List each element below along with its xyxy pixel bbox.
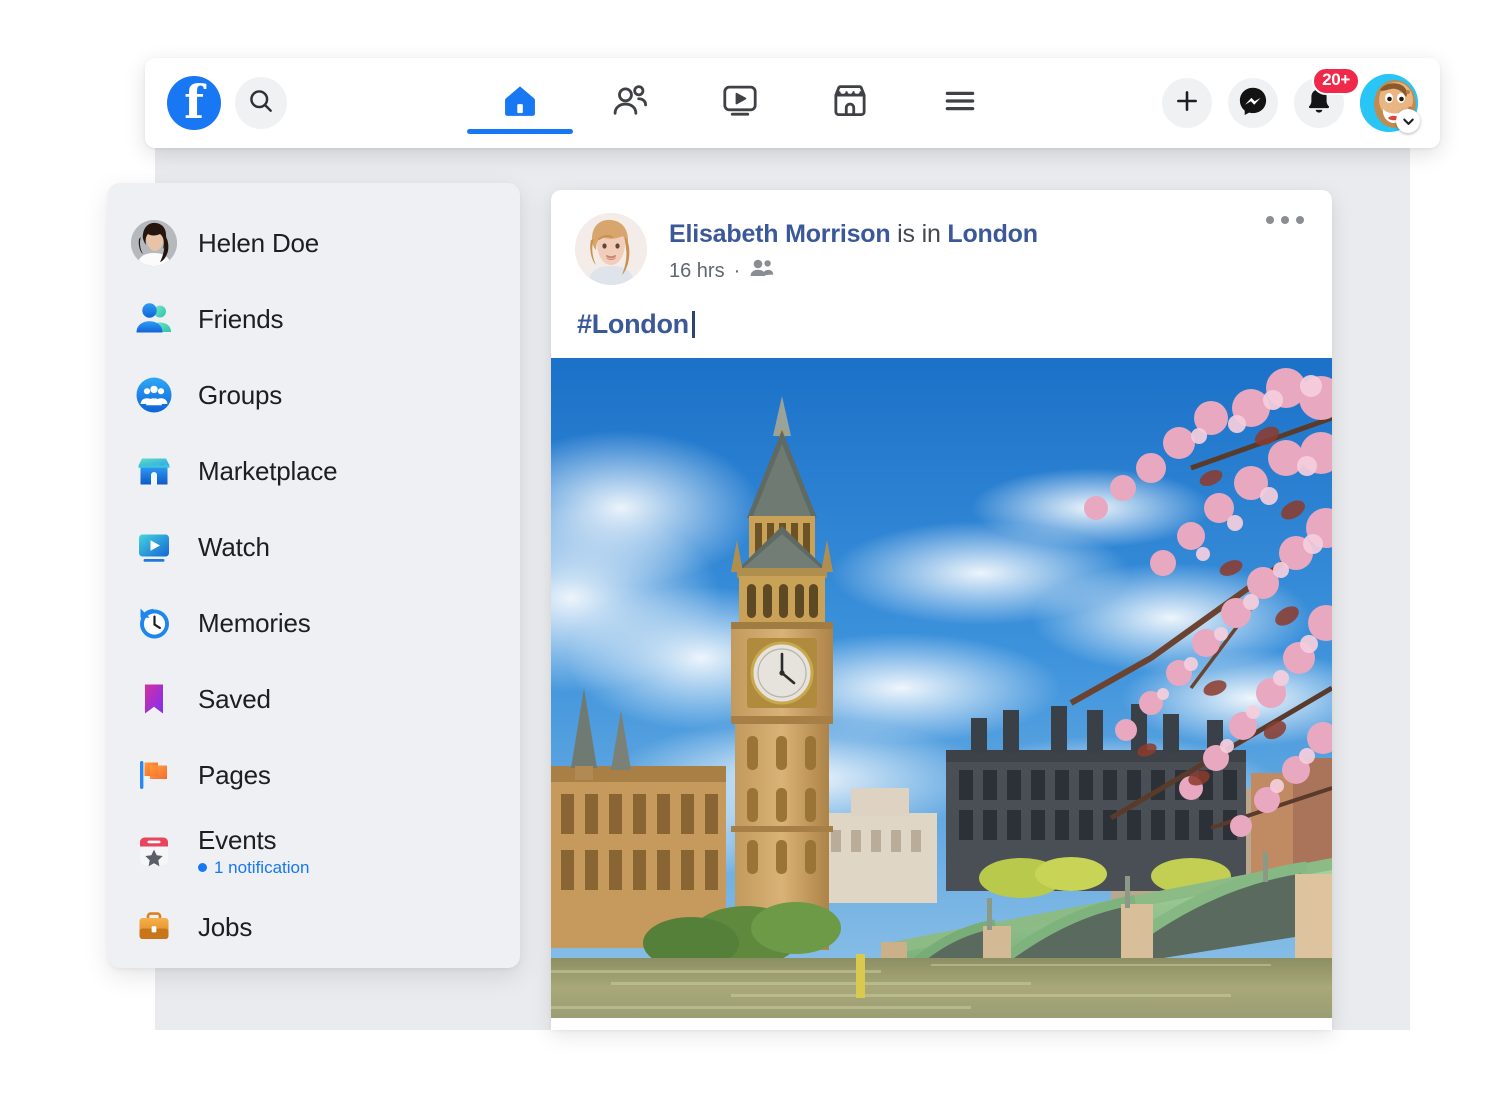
app-root: 20+ bbox=[0, 0, 1500, 1100]
post-header: Elisabeth Morrison is in London 16 hrs · bbox=[551, 190, 1332, 285]
sidebar-item-friends[interactable]: Friends bbox=[108, 281, 520, 357]
messenger-button[interactable] bbox=[1228, 78, 1278, 128]
tab-home[interactable] bbox=[465, 58, 575, 148]
post-meta: Elisabeth Morrison is in London 16 hrs · bbox=[669, 213, 1038, 284]
sidebar-item-label: Friends bbox=[198, 304, 283, 335]
left-sidebar: Helen Doe bbox=[108, 183, 520, 968]
facebook-logo[interactable] bbox=[167, 76, 221, 130]
notification-dot-icon bbox=[198, 863, 207, 872]
sidebar-item-watch[interactable]: Watch bbox=[108, 509, 520, 585]
watch-icon bbox=[720, 81, 760, 126]
saved-bookmark-icon bbox=[132, 677, 176, 721]
sidebar-item-label: Events bbox=[198, 825, 309, 856]
nav-left-group bbox=[145, 76, 287, 130]
nav-actions: 20+ bbox=[1162, 74, 1440, 132]
sidebar-item-note-text: 1 notification bbox=[214, 858, 309, 878]
more-options-icon[interactable] bbox=[1266, 216, 1304, 224]
account-menu-button[interactable] bbox=[1360, 74, 1418, 132]
sidebar-item-label: Watch bbox=[198, 532, 270, 563]
post-author-avatar[interactable] bbox=[575, 213, 647, 285]
sidebar-item-saved[interactable]: Saved bbox=[108, 661, 520, 737]
post-title: Elisabeth Morrison is in London bbox=[669, 219, 1038, 249]
search-button[interactable] bbox=[235, 77, 287, 129]
post-subtitle: 16 hrs · bbox=[669, 258, 1038, 284]
sidebar-item-label: Marketplace bbox=[198, 456, 337, 487]
post-body: #London bbox=[551, 285, 1332, 358]
post-author-name[interactable]: Elisabeth Morrison bbox=[669, 220, 890, 248]
marketplace-icon bbox=[132, 449, 176, 493]
pages-flag-icon bbox=[132, 753, 176, 797]
sidebar-item-profile[interactable]: Helen Doe bbox=[108, 205, 520, 281]
nav-tabs bbox=[317, 58, 1162, 148]
sidebar-item-label: Saved bbox=[198, 684, 271, 715]
marketplace-icon bbox=[830, 81, 870, 126]
plus-icon bbox=[1173, 87, 1201, 120]
groups-icon bbox=[132, 373, 176, 417]
sidebar-events-text: Events 1 notification bbox=[198, 825, 309, 878]
tab-marketplace[interactable] bbox=[795, 58, 905, 148]
sidebar-item-marketplace[interactable]: Marketplace bbox=[108, 433, 520, 509]
sidebar-profile-text: Helen Doe bbox=[198, 228, 319, 259]
profile-avatar bbox=[131, 220, 177, 266]
search-icon bbox=[247, 87, 275, 120]
post-timestamp[interactable]: 16 hrs bbox=[669, 260, 725, 283]
sidebar-item-pages[interactable]: Pages bbox=[108, 737, 520, 813]
sidebar-item-events[interactable]: Events 1 notification bbox=[108, 813, 520, 889]
watch-icon bbox=[132, 525, 176, 569]
post-hashtag[interactable]: #London bbox=[577, 309, 689, 340]
profile-avatar-wrap bbox=[132, 221, 176, 265]
memories-clock-icon bbox=[132, 601, 176, 645]
friends-icon bbox=[610, 81, 650, 126]
notifications-badge: 20+ bbox=[1312, 67, 1360, 95]
hamburger-menu-icon bbox=[940, 81, 980, 126]
post-place-name[interactable]: London bbox=[947, 220, 1037, 248]
create-button[interactable] bbox=[1162, 78, 1212, 128]
sidebar-item-label: Groups bbox=[198, 380, 282, 411]
jobs-briefcase-icon bbox=[132, 905, 176, 949]
sidebar-item-notification: 1 notification bbox=[198, 858, 309, 878]
top-navigation-bar: 20+ bbox=[145, 58, 1440, 148]
tab-menu[interactable] bbox=[905, 58, 1015, 148]
home-icon bbox=[501, 82, 539, 125]
messenger-icon bbox=[1237, 85, 1269, 122]
sidebar-item-groups[interactable]: Groups bbox=[108, 357, 520, 433]
post-photo[interactable] bbox=[551, 358, 1332, 1018]
friends-icon bbox=[132, 297, 176, 341]
sidebar-item-label: Memories bbox=[198, 608, 311, 639]
sidebar-item-label: Jobs bbox=[198, 912, 252, 943]
notifications-button[interactable]: 20+ bbox=[1294, 78, 1344, 128]
sidebar-item-label: Pages bbox=[198, 760, 271, 791]
sidebar-item-label: Helen Doe bbox=[198, 228, 319, 259]
post-separator: · bbox=[734, 260, 741, 283]
post-card: Elisabeth Morrison is in London 16 hrs · bbox=[551, 190, 1332, 1030]
sidebar-item-memories[interactable]: Memories bbox=[108, 585, 520, 661]
chevron-down-icon bbox=[1396, 109, 1420, 133]
sidebar-item-jobs[interactable]: Jobs bbox=[108, 889, 520, 965]
tab-watch[interactable] bbox=[685, 58, 795, 148]
friends-audience-icon[interactable] bbox=[749, 258, 775, 284]
events-calendar-icon bbox=[132, 829, 176, 873]
text-cursor bbox=[692, 311, 695, 338]
tab-friends[interactable] bbox=[575, 58, 685, 148]
post-action-text: is in bbox=[890, 220, 947, 248]
